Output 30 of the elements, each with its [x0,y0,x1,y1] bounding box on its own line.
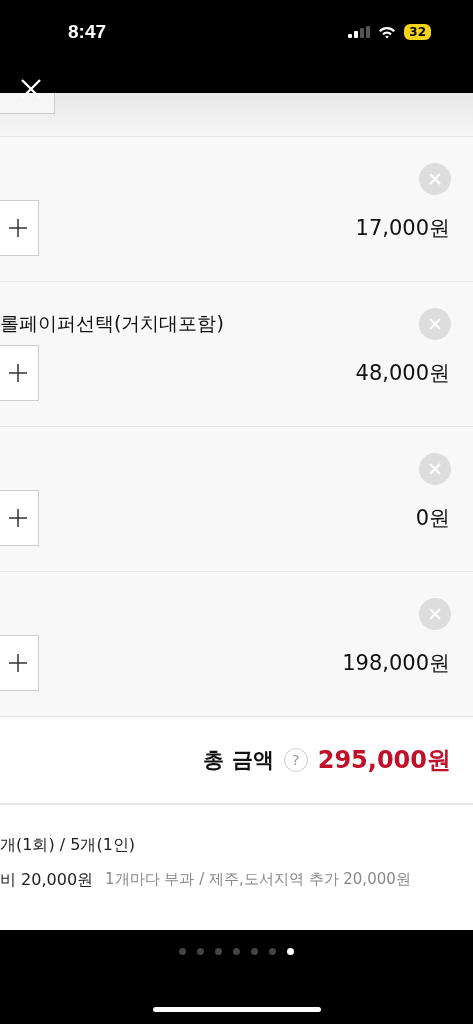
page-dot[interactable] [179,948,186,955]
battery-indicator: 32 [404,24,431,40]
option-price: 48,000원 [355,360,450,387]
remove-icon[interactable] [419,453,451,485]
remove-icon[interactable] [419,308,451,340]
purchase-limit: 개(1회) / 5개(1인) [0,835,137,856]
plus-icon [8,508,28,528]
plus-icon [8,363,28,383]
total-label: 총 금액 [203,747,274,774]
option-price: 17,000원 [355,215,450,242]
page-dot[interactable] [251,948,258,955]
wifi-icon [378,25,397,39]
plus-icon [8,653,28,673]
page-dot[interactable] [215,948,222,955]
status-time: 8:47 [68,21,107,43]
page-dot[interactable] [287,948,294,955]
page-dot[interactable] [197,948,204,955]
remove-icon[interactable] [419,598,451,630]
option-price: 198,000원 [342,650,450,677]
signal-icon [348,26,371,38]
shipping-note: 1개마다 부과 / 제주,도서지역 추가 20,000원 [105,870,411,890]
page-dot[interactable] [233,948,240,955]
remove-icon[interactable] [419,163,451,195]
plus-icon [8,218,28,238]
page-dot[interactable] [269,948,276,955]
option-price: 0원 [415,505,450,532]
close-icon[interactable] [20,78,42,100]
shipping-fee: 비 20,000원 [0,870,94,891]
option-name: 롤페이퍼선택(거치대포함) [0,311,224,336]
total-amount: 295,000원 [317,745,451,776]
